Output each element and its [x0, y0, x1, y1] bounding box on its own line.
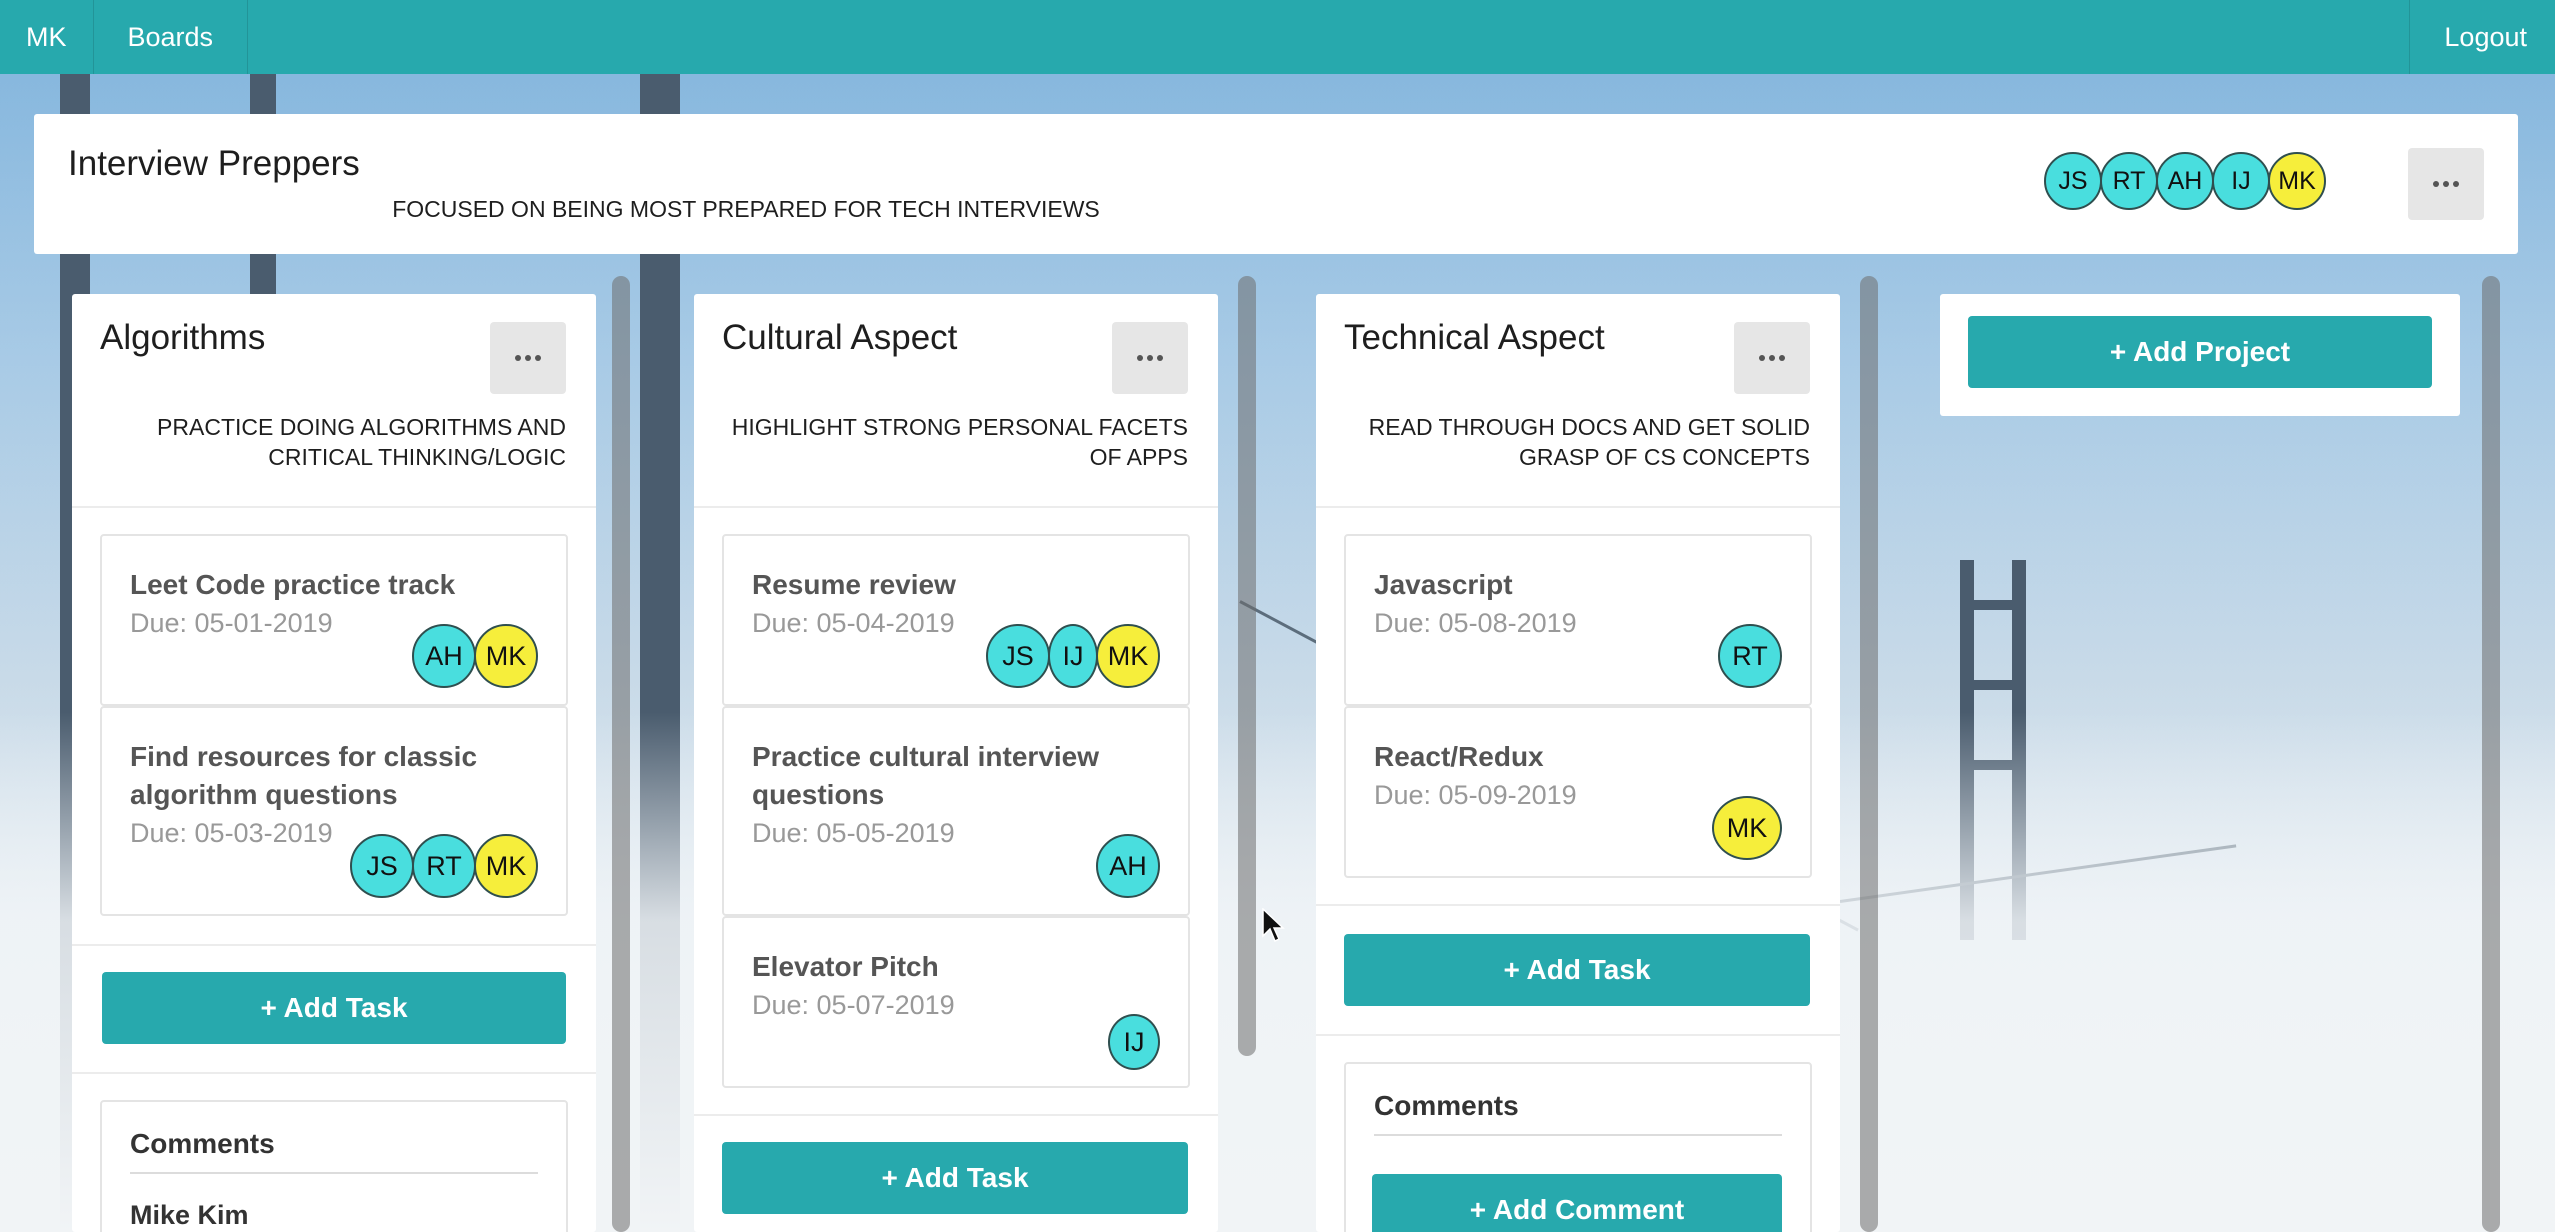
avatar: JS — [986, 624, 1050, 688]
task-card[interactable]: React/Redux Due: 05-09-2019 MK — [1344, 706, 1812, 878]
divider — [1316, 1034, 1840, 1036]
avatar: JS — [350, 834, 414, 898]
user-initials-link[interactable]: MK — [0, 0, 94, 74]
column-scrollbar[interactable] — [1860, 276, 1878, 1232]
board-description: FOCUSED ON BEING MOST PREPARED FOR TECH … — [392, 196, 1100, 222]
project-column-cultural-aspect: Cultural Aspect HIGHLIGHT STRONG PERSONA… — [694, 294, 1218, 1232]
more-icon — [515, 355, 541, 361]
column-title: Algorithms — [100, 318, 266, 357]
more-icon — [2433, 181, 2459, 187]
board-title: Interview Preppers — [68, 144, 360, 183]
column-description: HIGHLIGHT STRONG PERSONAL FACETS OF APPS — [731, 414, 1188, 470]
column-description: PRACTICE DOING ALGORITHMS AND CRITICAL T… — [157, 414, 566, 470]
column-scrollbar[interactable] — [1238, 276, 1256, 1056]
divider — [694, 1114, 1218, 1116]
task-name: Leet Code practice track — [130, 569, 456, 600]
avatar: RT — [1718, 624, 1782, 688]
task-card[interactable]: Leet Code practice track Due: 05-01-2019… — [100, 534, 568, 706]
bridge-tower — [1960, 680, 2026, 690]
avatar: AH — [1096, 834, 1160, 898]
logout-link[interactable]: Logout — [2409, 0, 2555, 74]
task-assignees: AH MK — [412, 624, 538, 688]
board-header: Interview Preppers FOCUSED ON BEING MOST… — [34, 114, 2518, 254]
more-icon — [1759, 355, 1785, 361]
task-due-date: Due: 05-07-2019 — [752, 990, 955, 1020]
divider — [1316, 506, 1840, 508]
avatar[interactable]: IJ — [2212, 152, 2270, 210]
avatar: IJ — [1048, 624, 1098, 688]
task-assignees: RT — [1718, 624, 1782, 688]
bridge-tower — [1960, 600, 2026, 610]
divider — [694, 506, 1218, 508]
task-name: Elevator Pitch — [752, 951, 939, 982]
task-card[interactable]: Resume review Due: 05-04-2019 JS IJ MK — [722, 534, 1190, 706]
avatar: MK — [1096, 624, 1160, 688]
task-list: Resume review Due: 05-04-2019 JS IJ MK P… — [722, 534, 1190, 1088]
avatar: MK — [474, 834, 538, 898]
mouse-cursor-icon — [1262, 908, 1285, 943]
avatar: AH — [412, 624, 476, 688]
add-task-button[interactable]: + Add Task — [102, 972, 566, 1044]
comments-section: Comments + Add Comment — [1344, 1062, 1812, 1232]
task-name: React/Redux — [1374, 741, 1544, 772]
comments-title: Comments — [130, 1128, 538, 1174]
add-task-button[interactable]: + Add Task — [1344, 934, 1810, 1006]
column-menu-button[interactable] — [490, 322, 566, 394]
add-project-button[interactable]: + Add Project — [1968, 316, 2432, 388]
avatar[interactable]: MK — [2268, 152, 2326, 210]
navbar-spacer — [248, 0, 2409, 74]
comment-author: Mike Kim — [130, 1200, 249, 1230]
divider — [1316, 904, 1840, 906]
top-navbar: MK Boards Logout — [0, 0, 2555, 74]
task-name: Practice cultural interview questions — [752, 741, 1100, 810]
column-title: Cultural Aspect — [722, 318, 958, 357]
boards-link[interactable]: Boards — [94, 0, 249, 74]
task-list: Javascript Due: 05-08-2019 RT React/Redu… — [1344, 534, 1812, 878]
task-assignees: MK — [1712, 796, 1782, 860]
more-icon — [1137, 355, 1163, 361]
divider — [72, 506, 596, 508]
comments-section: Comments Mike Kim — [100, 1100, 568, 1232]
task-assignees: IJ — [1108, 1014, 1160, 1070]
task-assignees: JS RT MK — [350, 834, 538, 898]
column-menu-button[interactable] — [1112, 322, 1188, 394]
avatar: RT — [412, 834, 476, 898]
add-comment-button[interactable]: + Add Comment — [1372, 1174, 1782, 1232]
board-members: JS RT AH IJ MK — [2044, 152, 2326, 210]
task-assignees: JS IJ MK — [986, 624, 1160, 688]
avatar[interactable]: AH — [2156, 152, 2214, 210]
task-name: Resume review — [752, 569, 956, 600]
avatar: MK — [1712, 796, 1782, 860]
task-card[interactable]: Elevator Pitch Due: 05-07-2019 IJ — [722, 916, 1190, 1088]
avatar[interactable]: JS — [2044, 152, 2102, 210]
task-assignees: AH — [1096, 834, 1160, 898]
avatar: MK — [474, 624, 538, 688]
avatar: IJ — [1108, 1014, 1160, 1070]
task-name: Find resources for classic algorithm que… — [130, 741, 478, 810]
task-card[interactable]: Find resources for classic algorithm que… — [100, 706, 568, 916]
board-menu-button[interactable] — [2408, 148, 2484, 220]
board-scrollbar[interactable] — [2482, 276, 2500, 1232]
project-column-technical-aspect: Technical Aspect READ THROUGH DOCS AND G… — [1316, 294, 1840, 1232]
task-name: Javascript — [1374, 569, 1513, 600]
project-column-algorithms: Algorithms PRACTICE DOING ALGORITHMS AND… — [72, 294, 596, 1232]
divider — [72, 944, 596, 946]
task-card[interactable]: Practice cultural interview questions Du… — [722, 706, 1190, 916]
task-list: Leet Code practice track Due: 05-01-2019… — [100, 534, 568, 916]
avatar[interactable]: RT — [2100, 152, 2158, 210]
column-menu-button[interactable] — [1734, 322, 1810, 394]
column-scrollbar[interactable] — [612, 276, 630, 1232]
task-card[interactable]: Javascript Due: 05-08-2019 RT — [1344, 534, 1812, 706]
comments-title: Comments — [1374, 1090, 1782, 1136]
column-description: READ THROUGH DOCS AND GET SOLID GRASP OF… — [1368, 414, 1810, 470]
column-title: Technical Aspect — [1344, 318, 1605, 357]
divider — [72, 1072, 596, 1074]
add-project-panel: + Add Project — [1940, 294, 2460, 416]
add-task-button[interactable]: + Add Task — [722, 1142, 1188, 1214]
